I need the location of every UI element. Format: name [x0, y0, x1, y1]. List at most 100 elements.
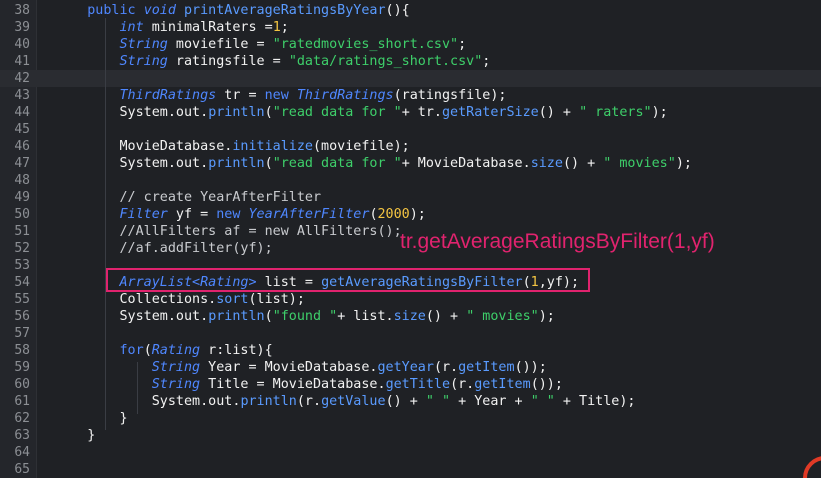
- code-text[interactable]: String Year = MovieDatabase.getYear(r.ge…: [55, 359, 547, 376]
- code-line[interactable]: 43 ThirdRatings tr = new ThirdRatings(ra…: [0, 87, 821, 104]
- code-token: (r.: [296, 394, 322, 409]
- code-token: "data/ratings_short.csv": [288, 54, 483, 69]
- code-token: getYear: [377, 360, 434, 375]
- code-token: System.out.: [55, 309, 209, 324]
- line-number: 62: [14, 411, 30, 426]
- code-token: () +: [385, 394, 426, 409]
- code-token: " ": [530, 394, 555, 409]
- code-token: (ratingsfile);: [393, 88, 507, 103]
- line-number: 54: [14, 275, 30, 290]
- code-text[interactable]: System.out.println(r.getValue() + " " + …: [55, 393, 636, 410]
- code-line[interactable]: 38 public void printAverageRatingsByYear…: [0, 2, 821, 19]
- line-number: 52: [14, 241, 30, 256]
- code-token: Collections.: [55, 292, 217, 307]
- line-number: 39: [14, 20, 30, 35]
- code-token: getValue: [321, 394, 386, 409]
- code-token: (moviefile);: [313, 139, 410, 154]
- code-token: );: [409, 207, 426, 222]
- code-line[interactable]: 61 System.out.println(r.getValue() + " "…: [0, 393, 821, 410]
- code-text[interactable]: }: [55, 410, 128, 427]
- code-line[interactable]: 59 String Year = MovieDatabase.getYear(r…: [0, 359, 821, 376]
- code-text[interactable]: String moviefile = "ratedmovies_short.cs…: [55, 36, 467, 53]
- line-number: 45: [14, 122, 30, 137]
- code-line[interactable]: 56 System.out.println("found "+ list.siz…: [0, 308, 821, 325]
- code-line[interactable]: 57: [0, 325, 821, 342]
- code-line[interactable]: 64: [0, 444, 821, 461]
- code-text[interactable]: Filter yf = new YearAfterFilter(2000);: [55, 206, 426, 223]
- code-token: String: [119, 54, 168, 69]
- code-token: System.out.: [55, 105, 209, 120]
- line-number: 61: [14, 394, 30, 409]
- code-text[interactable]: ThirdRatings tr = new ThirdRatings(ratin…: [55, 87, 507, 104]
- code-token: println: [208, 309, 265, 324]
- code-token: + Year +: [450, 394, 531, 409]
- code-line[interactable]: 42: [0, 70, 821, 87]
- code-text[interactable]: System.out.println("found "+ list.size()…: [55, 308, 554, 325]
- code-text[interactable]: for(Rating r:list){: [55, 342, 273, 359]
- code-line[interactable]: 47 System.out.println("read data for "+ …: [0, 155, 821, 172]
- line-number: 43: [14, 88, 30, 103]
- code-line[interactable]: 39 int minimalRaters =1;: [0, 19, 821, 36]
- code-token: getRaterSize: [442, 105, 539, 120]
- code-token: () +: [562, 156, 604, 171]
- code-line[interactable]: 49 // create YearAfterFilter: [0, 189, 821, 206]
- code-token: () +: [425, 309, 467, 324]
- code-line[interactable]: 62 }: [0, 410, 821, 427]
- code-token: size: [393, 309, 426, 324]
- code-text[interactable]: System.out.println("read data for "+ tr.…: [55, 104, 667, 121]
- code-token: Filter: [119, 207, 168, 222]
- code-text[interactable]: int minimalRaters =1;: [55, 19, 289, 36]
- code-line[interactable]: 55 Collections.sort(list);: [0, 291, 821, 308]
- code-token: (: [264, 309, 273, 324]
- code-text[interactable]: System.out.println("read data for "+ Mov…: [55, 155, 692, 172]
- code-token: (: [264, 105, 273, 120]
- code-line[interactable]: 58 for(Rating r:list){: [0, 342, 821, 359]
- code-text[interactable]: Collections.sort(list);: [55, 291, 304, 308]
- code-token: }: [55, 411, 128, 426]
- code-token: ());: [530, 377, 563, 392]
- code-line[interactable]: 40 String moviefile = "ratedmovies_short…: [0, 36, 821, 53]
- code-line[interactable]: 60 String Title = MovieDatabase.getTitle…: [0, 376, 821, 393]
- code-line[interactable]: 63 }: [0, 427, 821, 444]
- code-token: String: [151, 360, 201, 375]
- code-text[interactable]: String Title = MovieDatabase.getTitle(r.…: [55, 376, 563, 393]
- code-text[interactable]: }: [55, 427, 95, 444]
- code-token: " raters": [579, 105, 652, 120]
- code-token: Year = MovieDatabase.: [200, 360, 378, 375]
- code-line[interactable]: 50 Filter yf = new YearAfterFilter(2000)…: [0, 206, 821, 223]
- code-line[interactable]: 45: [0, 121, 821, 138]
- code-token: r:list){: [200, 343, 273, 358]
- code-text[interactable]: String ratingsfile = "data/ratings_short…: [55, 53, 491, 70]
- code-text[interactable]: // create YearAfterFilter: [55, 189, 321, 206]
- code-token: );: [675, 156, 692, 171]
- code-token: }: [55, 428, 96, 443]
- code-token: String: [119, 37, 168, 52]
- code-text[interactable]: MovieDatabase.initialize(moviefile);: [55, 138, 410, 155]
- line-number: 44: [14, 105, 30, 120]
- line-number: 63: [14, 428, 30, 443]
- line-number: 51: [14, 224, 30, 239]
- code-editor[interactable]: 38 public void printAverageRatingsByYear…: [0, 0, 821, 478]
- code-line[interactable]: 48: [0, 172, 821, 189]
- code-line[interactable]: 41 String ratingsfile = "data/ratings_sh…: [0, 53, 821, 70]
- code-token: public: [87, 3, 136, 18]
- code-token: getTitle: [385, 377, 451, 392]
- code-line[interactable]: 65: [0, 461, 821, 478]
- line-number: 38: [14, 3, 30, 18]
- code-token: 2000: [377, 207, 410, 222]
- line-number: 49: [14, 190, 30, 205]
- code-text[interactable]: public void printAverageRatingsByYear(){: [55, 2, 409, 19]
- code-line[interactable]: 46 MovieDatabase.initialize(moviefile);: [0, 138, 821, 155]
- code-token: getItem: [474, 377, 531, 392]
- code-token: minimalRaters: [143, 20, 265, 35]
- code-text[interactable]: //af.addFilter(yf);: [55, 240, 272, 257]
- code-token: ;: [458, 37, 467, 52]
- code-token: (: [143, 343, 152, 358]
- code-text[interactable]: //AllFilters af = new AllFilters();: [55, 223, 401, 240]
- code-token: println: [240, 394, 297, 409]
- code-token: println: [208, 156, 265, 171]
- code-line[interactable]: 44 System.out.println("read data for "+ …: [0, 104, 821, 121]
